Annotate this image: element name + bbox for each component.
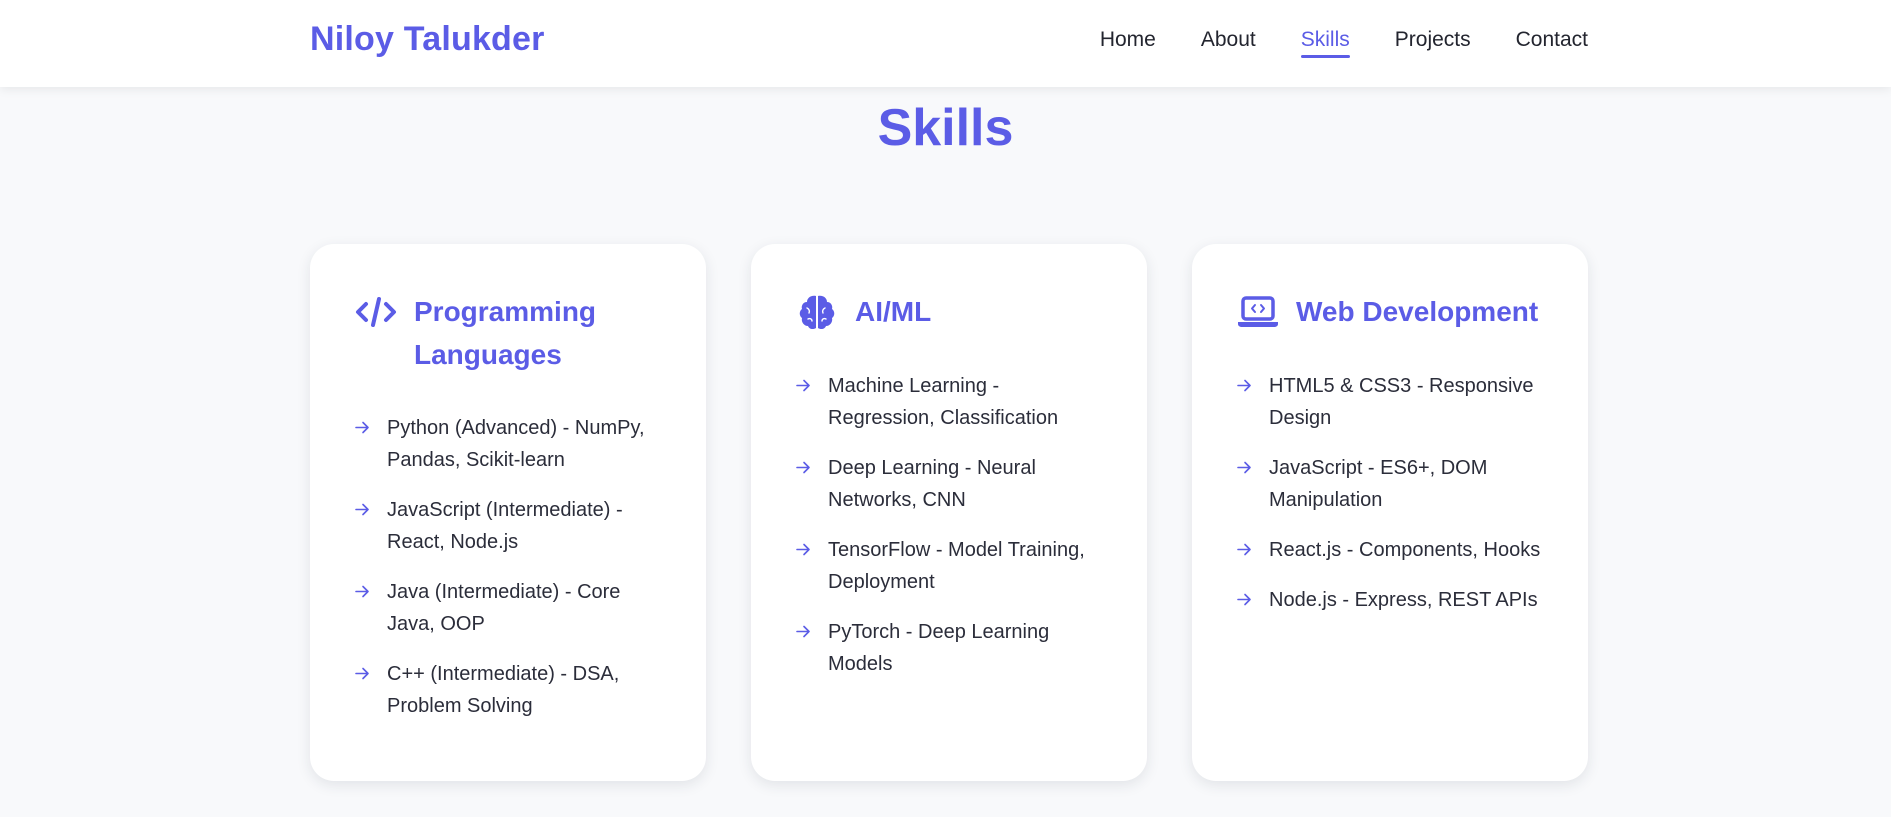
card-header: Web Development — [1236, 290, 1544, 334]
list-item: TensorFlow - Model Training, Deployment — [795, 534, 1103, 598]
arrow-right-icon — [796, 379, 810, 392]
list-item: Java (Intermediate) - Core Java, OOP — [354, 576, 662, 640]
list-item: React.js - Components, Hooks — [1236, 534, 1544, 566]
list-item: Deep Learning - Neural Networks, CNN — [795, 452, 1103, 516]
skill-list: HTML5 & CSS3 - Responsive Design JavaScr… — [1236, 370, 1544, 616]
navbar: Niloy Talukder Home About Skills Project… — [0, 0, 1891, 87]
list-item: Machine Learning - Regression, Classific… — [795, 370, 1103, 434]
skill-card-aiml: AI/ML Machine Learning - Regression, Cla… — [751, 244, 1147, 781]
arrow-right-icon — [796, 543, 810, 556]
skill-text: PyTorch - Deep Learning Models — [828, 621, 1050, 675]
section-title: Skills — [877, 99, 1014, 157]
arrow-right-icon — [1237, 461, 1251, 474]
skill-text: Machine Learning - Regression, Classific… — [828, 375, 1059, 429]
skill-text: JavaScript (Intermediate) - React, Node.… — [387, 499, 623, 553]
list-item: HTML5 & CSS3 - Responsive Design — [1236, 370, 1544, 434]
nav-link-contact[interactable]: Contact — [1516, 28, 1588, 58]
laptop-code-icon — [1236, 290, 1280, 334]
arrow-right-icon — [355, 503, 369, 516]
arrow-right-icon — [796, 625, 810, 638]
nav-links: Home About Skills Projects Contact — [1100, 28, 1588, 58]
skill-card-webdev: Web Development HTML5 & CSS3 - Responsiv… — [1192, 244, 1588, 781]
skill-text: HTML5 & CSS3 - Responsive Design — [1269, 375, 1534, 429]
skill-text: Java (Intermediate) - Core Java, OOP — [387, 581, 621, 635]
list-item: C++ (Intermediate) - DSA, Problem Solvin… — [354, 658, 662, 722]
card-title: Web Development — [1296, 296, 1539, 327]
card-header: AI/ML — [795, 290, 1103, 334]
arrow-right-icon — [355, 421, 369, 434]
brain-icon — [795, 290, 839, 334]
card-title: AI/ML — [855, 296, 932, 327]
list-item: Node.js - Express, REST APIs — [1236, 584, 1544, 616]
card-title: Programming Languages — [414, 296, 597, 370]
skill-list: Python (Advanced) - NumPy, Pandas, Sciki… — [354, 412, 662, 722]
list-item: JavaScript - ES6+, DOM Manipulation — [1236, 452, 1544, 516]
nav-link-about[interactable]: About — [1201, 28, 1256, 58]
list-item: JavaScript (Intermediate) - React, Node.… — [354, 494, 662, 558]
skill-list: Machine Learning - Regression, Classific… — [795, 370, 1103, 680]
arrow-right-icon — [1237, 379, 1251, 392]
skill-text: Deep Learning - Neural Networks, CNN — [828, 457, 1036, 511]
brand-logo[interactable]: Niloy Talukder — [310, 20, 545, 59]
arrow-right-icon — [355, 585, 369, 598]
skill-text: JavaScript - ES6+, DOM Manipulation — [1269, 457, 1488, 511]
list-item: Python (Advanced) - NumPy, Pandas, Sciki… — [354, 412, 662, 476]
skill-card-programming: Programming Languages Python (Advanced) … — [310, 244, 706, 781]
skill-text: C++ (Intermediate) - DSA, Problem Solvin… — [387, 663, 620, 717]
nav-link-projects[interactable]: Projects — [1395, 28, 1471, 58]
skills-cards: Programming Languages Python (Advanced) … — [310, 244, 1588, 781]
code-icon — [354, 290, 398, 334]
arrow-right-icon — [1237, 543, 1251, 556]
skill-text: Node.js - Express, REST APIs — [1269, 589, 1538, 611]
skill-text: React.js - Components, Hooks — [1269, 539, 1541, 561]
nav-link-skills[interactable]: Skills — [1300, 28, 1350, 58]
arrow-right-icon — [1237, 593, 1251, 606]
card-header: Programming Languages — [354, 290, 662, 376]
skill-text: TensorFlow - Model Training, Deployment — [828, 539, 1085, 593]
nav-link-home[interactable]: Home — [1100, 28, 1156, 58]
arrow-right-icon — [355, 667, 369, 680]
arrow-right-icon — [796, 461, 810, 474]
skill-text: Python (Advanced) - NumPy, Pandas, Sciki… — [387, 417, 645, 471]
list-item: PyTorch - Deep Learning Models — [795, 616, 1103, 680]
